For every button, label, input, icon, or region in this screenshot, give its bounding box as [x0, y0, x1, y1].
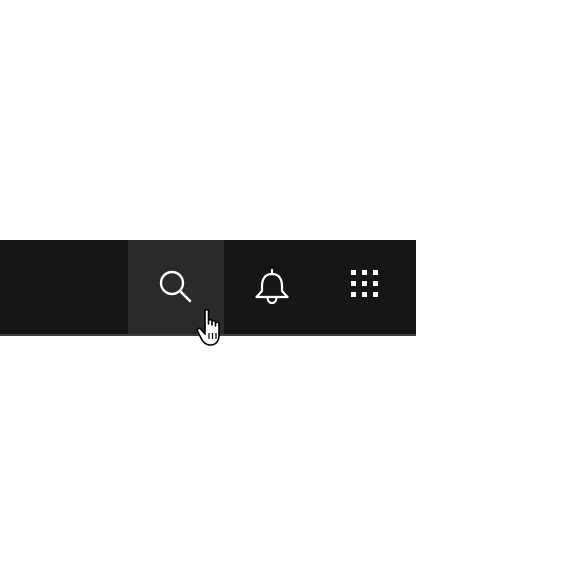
notification-icon — [255, 268, 289, 305]
search-button[interactable]: Search — [128, 240, 224, 334]
search-icon — [159, 270, 192, 303]
header-spacer — [0, 240, 128, 334]
app-switcher-button[interactable]: App switcher — [320, 240, 416, 334]
header-bar: Search Notifications App switcher — [0, 240, 416, 336]
canvas: Search Notifications App switcher — [0, 0, 576, 576]
notifications-button[interactable]: Notifications — [224, 240, 320, 334]
app-switcher-icon — [351, 270, 378, 297]
